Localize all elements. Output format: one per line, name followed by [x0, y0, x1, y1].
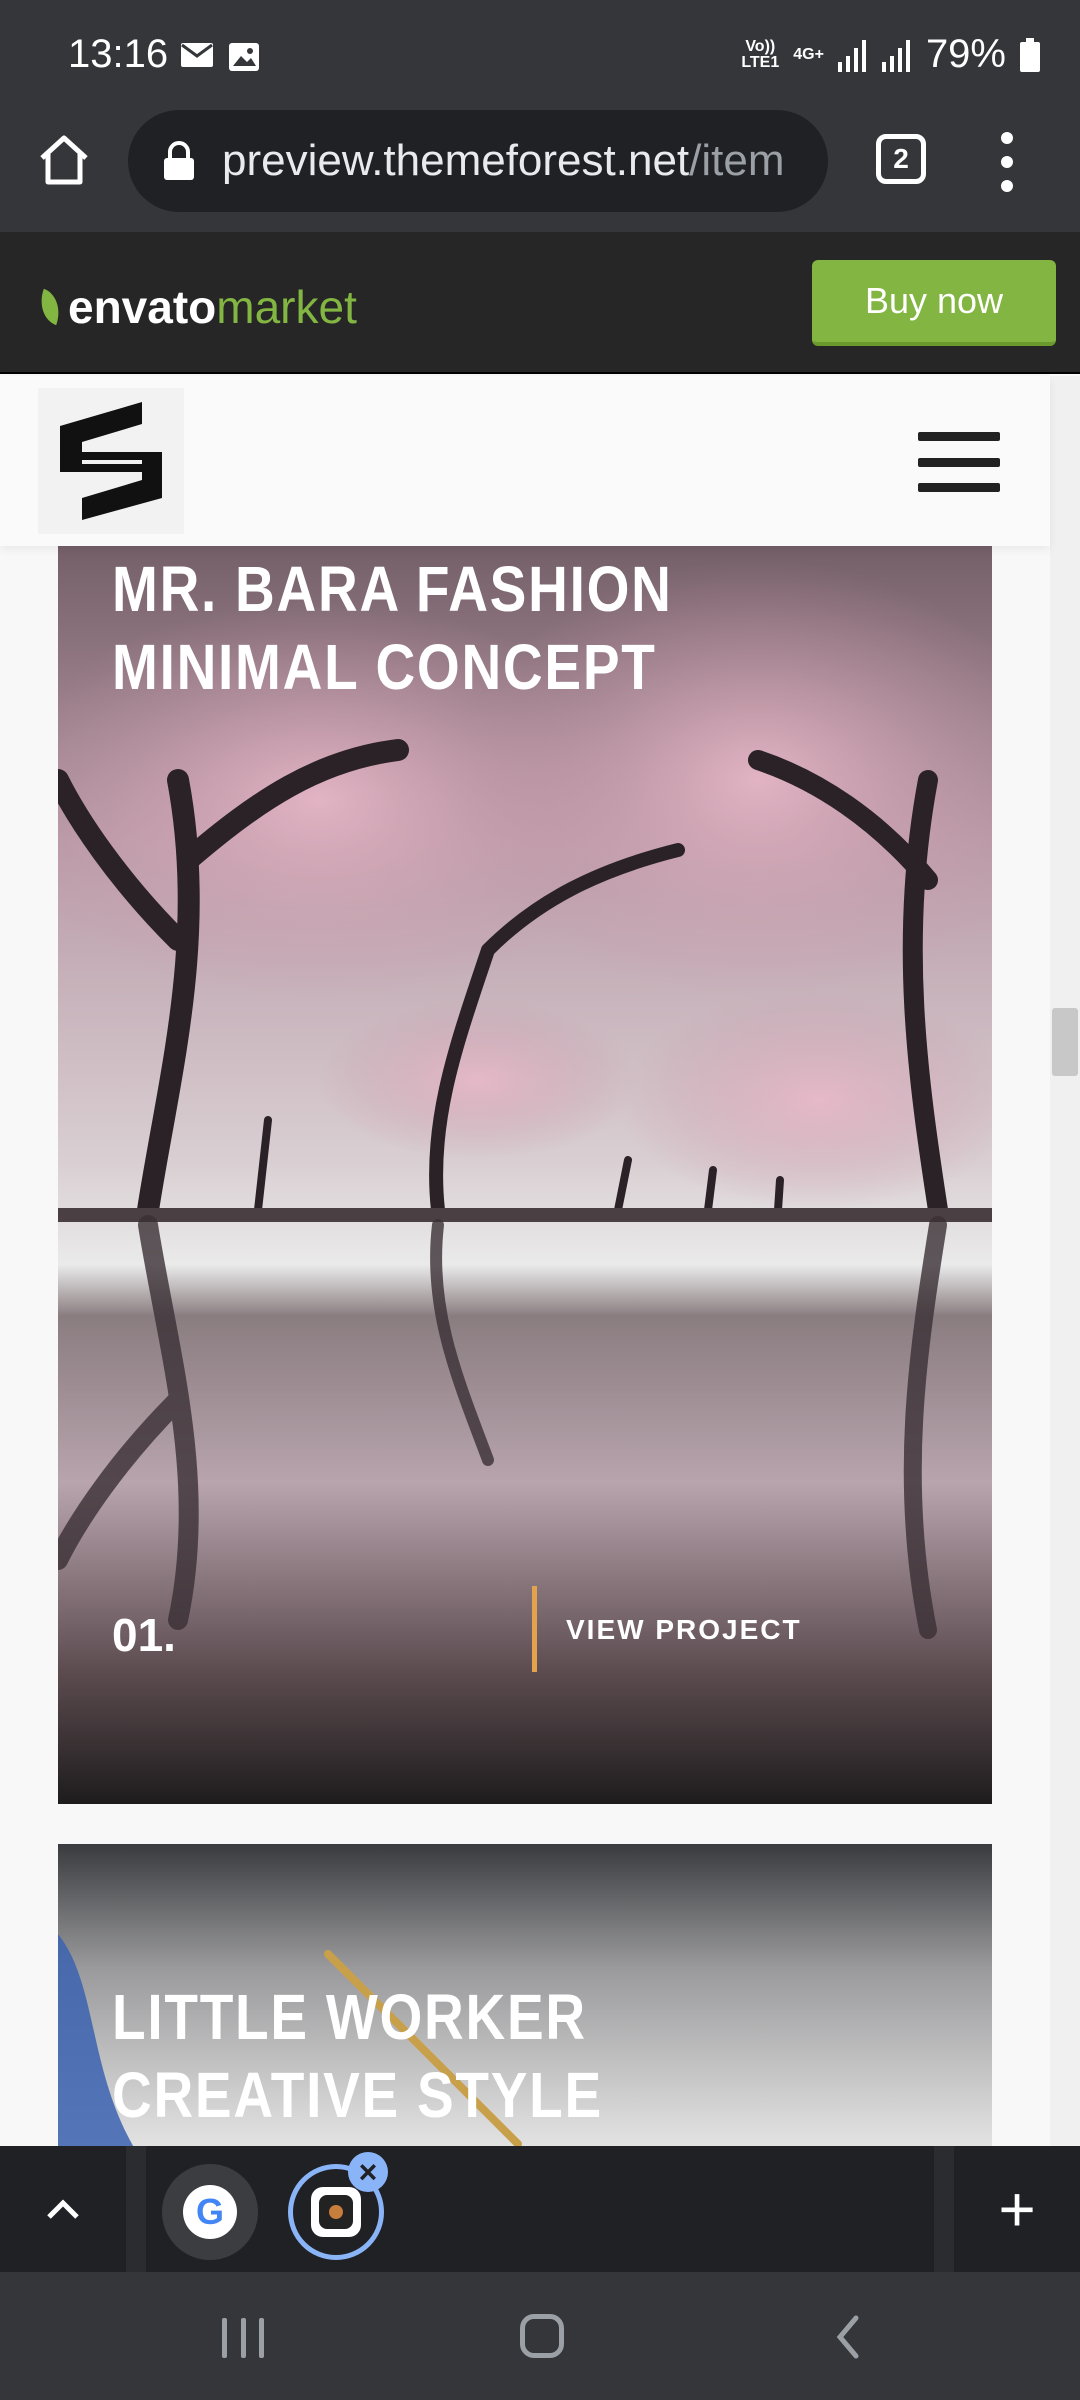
image-icon — [229, 43, 259, 71]
address-bar[interactable]: preview.themeforest.net/item — [128, 110, 828, 212]
google-icon: G — [183, 2185, 237, 2239]
project-title[interactable]: MR. BARA FASHION MINIMAL CONCEPT — [112, 550, 673, 706]
scrollbar-thumb[interactable] — [1052, 1008, 1078, 1076]
url-text[interactable]: preview.themeforest.net/item — [222, 136, 812, 186]
accent-bar — [532, 1586, 537, 1672]
status-bar: 13:16 Vo)) LTE1 4G+ 79% — [0, 0, 1080, 110]
divider — [126, 2146, 146, 2272]
s-logo-icon[interactable] — [38, 388, 184, 534]
close-tab-icon[interactable]: × — [348, 2152, 388, 2192]
tab-switcher-button[interactable]: 2 — [876, 134, 926, 184]
lock-icon — [164, 141, 194, 180]
project-image — [58, 520, 992, 1804]
browser-toolbar: preview.themeforest.net/item 2 — [0, 110, 1080, 232]
project-card[interactable]: LITTLE WORKER CREATIVE STYLE — [58, 1844, 992, 2154]
mail-icon — [181, 43, 213, 67]
system-nav-bar — [0, 2272, 1080, 2400]
tab-google[interactable]: G — [162, 2164, 258, 2260]
battery-percent: 79% — [925, 32, 1006, 76]
envato-logo[interactable]: envato market — [33, 280, 357, 334]
hamburger-icon[interactable] — [918, 432, 1000, 492]
more-options-icon[interactable] — [992, 132, 1022, 192]
new-tab-button[interactable]: + — [954, 2146, 1080, 2272]
signal-icon — [881, 39, 910, 72]
battery-icon — [1020, 37, 1040, 72]
tab-strip: G × + — [0, 2146, 1080, 2272]
status-right: Vo)) LTE1 4G+ 79% — [741, 32, 1040, 77]
chevron-up-icon[interactable] — [0, 2146, 126, 2272]
view-project-link[interactable]: VIEW PROJECT — [566, 1614, 802, 1646]
status-time: 13:16 — [68, 32, 169, 76]
home-nav-icon[interactable] — [520, 2314, 564, 2358]
project-card[interactable]: MR. BARA FASHION MINIMAL CONCEPT 01. VIE… — [58, 520, 992, 1804]
site-header — [0, 376, 1050, 546]
project-number: 01. — [112, 1609, 176, 1661]
recents-icon[interactable] — [222, 2318, 264, 2358]
scrollbar-track[interactable] — [1050, 376, 1080, 2146]
home-icon[interactable] — [36, 132, 92, 188]
project-title[interactable]: LITTLE WORKER CREATIVE STYLE — [112, 1978, 603, 2134]
network-type: 4G+ — [793, 45, 824, 63]
divider — [934, 2146, 954, 2272]
envato-bar: envato market Buy now — [0, 232, 1080, 374]
back-icon[interactable] — [826, 2312, 876, 2362]
volte-indicator: Vo)) LTE1 — [741, 37, 780, 71]
buy-now-button[interactable]: Buy now — [812, 260, 1056, 346]
leaf-icon — [33, 288, 67, 326]
site-favicon-icon — [319, 2195, 353, 2229]
signal-icon — [837, 39, 866, 72]
